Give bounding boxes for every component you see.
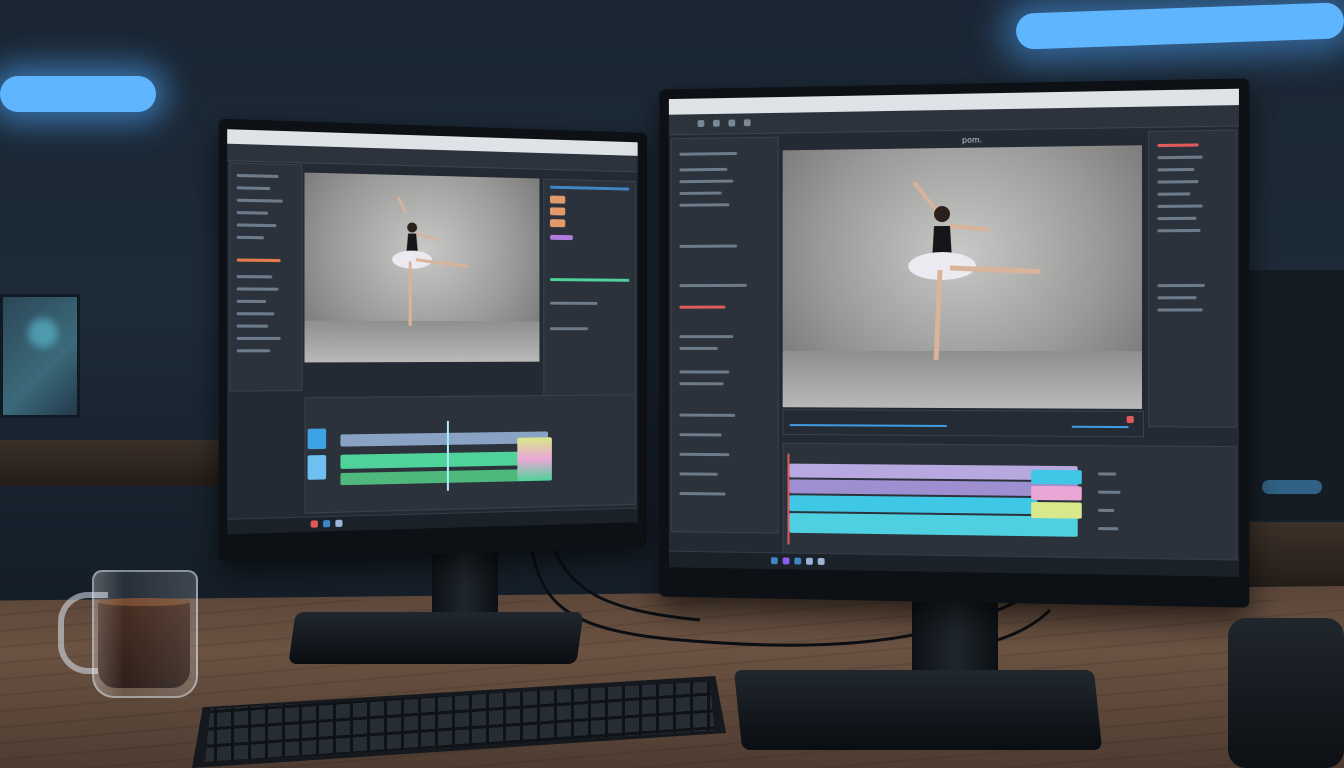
left-taskbar — [227, 507, 638, 535]
track-header-audio — [307, 455, 327, 480]
background-monitor — [0, 294, 80, 418]
left-playhead[interactable] — [446, 420, 449, 491]
track-clip-end-yellow[interactable] — [1031, 501, 1082, 519]
right-editor-screen[interactable]: pom. — [668, 88, 1239, 577]
left-editor-screen[interactable] — [227, 129, 638, 535]
right-monitor: pom. — [659, 78, 1250, 608]
equipment-lights — [1262, 480, 1322, 494]
left-media-panel[interactable] — [229, 162, 303, 392]
track-clip-cyan[interactable] — [789, 495, 1038, 515]
track-clip-end-cyan[interactable] — [1031, 469, 1082, 485]
right-transport-controls[interactable] — [782, 409, 1145, 438]
track-clip-end-pink[interactable] — [1031, 485, 1082, 501]
left-effects-panel[interactable] — [543, 178, 636, 398]
speaker — [1228, 618, 1344, 768]
left-timeline[interactable] — [304, 394, 636, 514]
track-header-video — [307, 428, 327, 450]
right-timeline[interactable] — [782, 442, 1237, 569]
left-monitor — [218, 118, 647, 562]
back-shelf-left — [0, 440, 230, 486]
right-monitor-stand-base — [733, 670, 1103, 750]
right-playhead[interactable] — [787, 453, 790, 545]
track-clip-end[interactable] — [517, 437, 552, 482]
right-ballet-dancer — [890, 173, 1060, 361]
left-monitor-stand-base — [288, 612, 584, 664]
right-viewer-title: pom. — [961, 135, 983, 145]
background-monitor-glow — [28, 318, 58, 348]
right-project-panel[interactable] — [670, 136, 779, 534]
left-ballet-dancer — [392, 195, 485, 357]
coffee-mug — [92, 570, 198, 698]
right-properties-panel[interactable] — [1148, 129, 1237, 428]
right-preview-viewer[interactable] — [782, 145, 1142, 409]
ceiling-light-left — [0, 76, 156, 112]
left-preview-viewer[interactable] — [304, 172, 540, 363]
ceiling-light-right — [1015, 2, 1344, 50]
